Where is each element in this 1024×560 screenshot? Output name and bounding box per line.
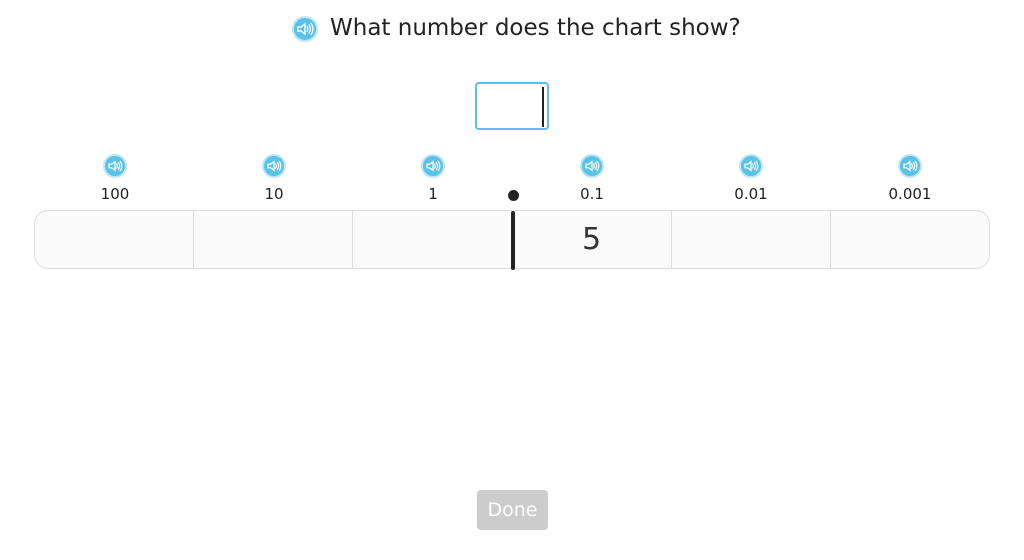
text-caret — [542, 87, 544, 127]
speaker-icon-thousandths[interactable] — [898, 154, 922, 178]
place-label-thousandths: 0.001 — [888, 185, 932, 203]
place-label-tenths: 0.1 — [580, 185, 604, 203]
decimal-divider-line — [511, 211, 515, 270]
chart-cell-tenths[interactable]: 5 — [513, 211, 672, 268]
speaker-icon-hundreds[interactable] — [103, 154, 127, 178]
speaker-icon-tenths[interactable] — [580, 154, 604, 178]
chart-cell-ones[interactable] — [353, 211, 513, 268]
chart-cell-hundredths[interactable] — [672, 211, 831, 268]
question-speaker-icon[interactable] — [292, 16, 318, 42]
place-label-tens: 10 — [264, 185, 284, 203]
decimal-point-dot — [508, 190, 519, 201]
chart-cell-hundreds[interactable] — [35, 211, 195, 268]
chart-cell-thousandths[interactable] — [831, 211, 989, 268]
place-label-ones: 1 — [428, 185, 438, 203]
place-label-hundredths: 0.01 — [734, 185, 768, 203]
chart-cell-tens[interactable] — [194, 211, 354, 268]
speaker-icon-ones[interactable] — [421, 154, 445, 178]
question-text: What number does the chart show? — [330, 15, 741, 41]
done-button[interactable]: Done — [477, 490, 548, 530]
speaker-icon-hundredths[interactable] — [739, 154, 763, 178]
answer-input[interactable] — [475, 82, 549, 130]
speaker-icon-tens[interactable] — [262, 154, 286, 178]
place-label-hundreds: 100 — [100, 185, 130, 203]
